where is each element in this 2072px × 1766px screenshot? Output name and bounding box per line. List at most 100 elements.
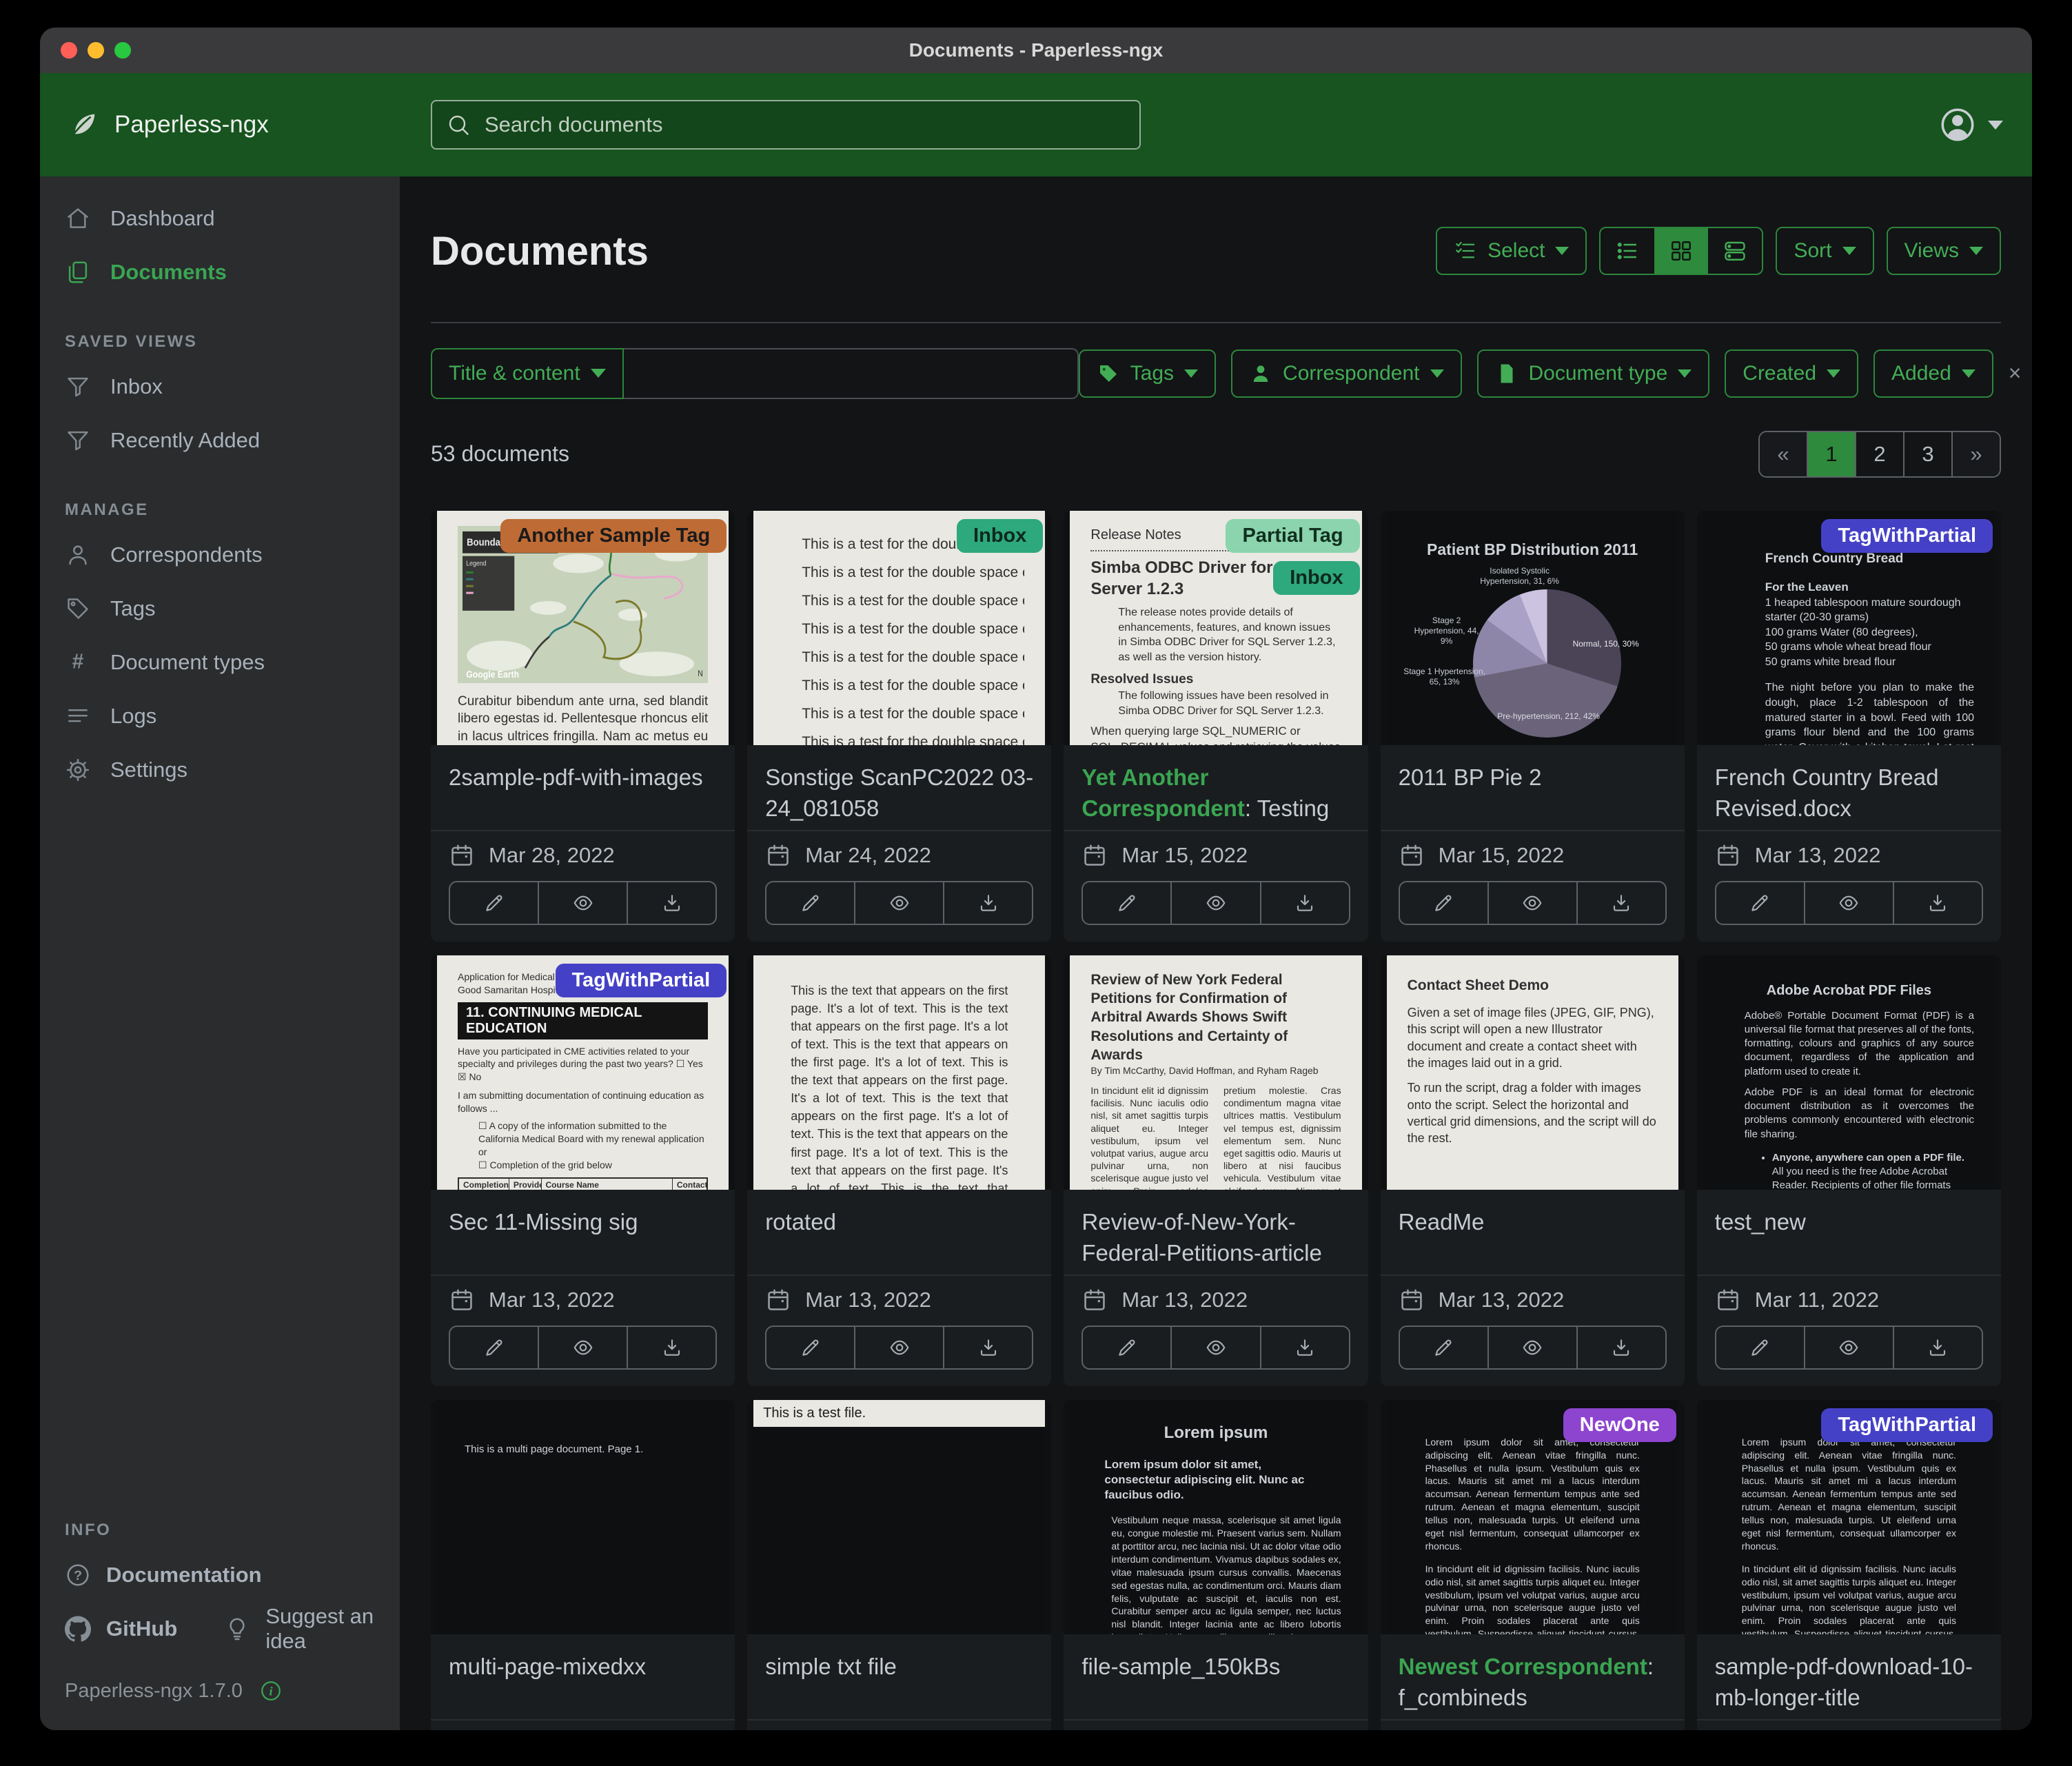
edit-button[interactable] (1400, 882, 1487, 924)
reset-filters-button[interactable]: ×Reset filters (2009, 361, 2032, 386)
document-card[interactable]: French Country BreadFor the Leaven1 heap… (1697, 511, 2001, 942)
sidebar-item-dashboard[interactable]: Dashboard (40, 192, 400, 245)
close-window-button[interactable] (61, 42, 77, 59)
download-button[interactable] (943, 1327, 1032, 1368)
edit-button[interactable] (1083, 882, 1170, 924)
edit-button[interactable] (1083, 1327, 1170, 1368)
document-card[interactable]: Review of New York Federal Petitions for… (1064, 955, 1368, 1386)
document-thumbnail[interactable]: French Country BreadFor the Leaven1 heap… (1697, 511, 2001, 745)
view-button[interactable] (1804, 882, 1893, 924)
edit-button[interactable] (766, 1327, 854, 1368)
document-card[interactable]: Lorem ipsum dolor sit amet, consectetur … (1381, 1400, 1685, 1730)
pagination-page-3[interactable]: 3 (1903, 432, 1951, 476)
view-toggle-list-view[interactable] (1601, 228, 1654, 274)
document-thumbnail[interactable]: Adobe Acrobat PDF FilesAdobe® Portable D… (1697, 955, 2001, 1190)
edit-button[interactable] (1716, 1327, 1804, 1368)
view-button[interactable] (1170, 1327, 1259, 1368)
view-button[interactable] (538, 1327, 627, 1368)
document-thumbnail[interactable]: Lorem ipsumLorem ipsum dolor sit amet, c… (1064, 1400, 1368, 1634)
zoom-window-button[interactable] (114, 42, 131, 59)
tag-badge[interactable]: TagWithPartial (556, 964, 727, 997)
document-card[interactable]: Boundary Waters TripLegendGoogle EarthNC… (431, 511, 735, 942)
view-button[interactable] (538, 882, 627, 924)
view-button[interactable] (1487, 882, 1576, 924)
filter-correspondent-button[interactable]: Correspondent (1231, 349, 1461, 398)
view-button[interactable] (854, 882, 943, 924)
suggest-idea-link[interactable]: Suggest an idea (224, 1604, 400, 1654)
view-button[interactable] (1170, 882, 1259, 924)
document-thumbnail[interactable]: Lorem ipsum dolor sit amet, consectetur … (1697, 1400, 2001, 1634)
filter-query-input[interactable] (624, 348, 1079, 399)
tag-badge[interactable]: Inbox (957, 519, 1043, 553)
documentation-link[interactable]: ?Documentation (40, 1548, 400, 1602)
document-title[interactable]: ReadMe (1381, 1190, 1685, 1276)
download-button[interactable] (627, 1327, 715, 1368)
view-toggle-grid-view[interactable] (1654, 228, 1708, 274)
document-title[interactable]: 2011 BP Pie 2 (1381, 745, 1685, 831)
download-button[interactable] (943, 882, 1032, 924)
sidebar-item-tags[interactable]: Tags (40, 582, 400, 636)
sidebar-item-inbox[interactable]: Inbox (40, 360, 400, 414)
filter-created-button[interactable]: Created (1725, 349, 1858, 398)
filter-tags-button[interactable]: Tags (1079, 349, 1216, 398)
filter-added-button[interactable]: Added (1873, 349, 1993, 398)
document-thumbnail[interactable]: Review of New York Federal Petitions for… (1064, 955, 1368, 1190)
document-card[interactable]: Application for Medical Staff MembersGoo… (431, 955, 735, 1386)
document-title[interactable]: simple txt file (747, 1634, 1051, 1721)
tag-badge[interactable]: Another Sample Tag (500, 519, 727, 553)
download-button[interactable] (1893, 882, 1982, 924)
document-thumbnail[interactable]: This is a multi page document. Page 1. (431, 1400, 735, 1634)
global-search[interactable] (431, 100, 1141, 150)
sidebar-item-correspondents[interactable]: Correspondents (40, 528, 400, 582)
document-thumbnail[interactable]: Application for Medical Staff MembersGoo… (431, 955, 735, 1190)
document-thumbnail[interactable]: This is the text that appears on the fir… (747, 955, 1051, 1190)
sidebar-item-settings[interactable]: Settings (40, 743, 400, 797)
document-title[interactable]: file-sample_150kBs (1064, 1634, 1368, 1721)
filter-field-dropdown[interactable]: Title & content (431, 348, 624, 399)
document-title[interactable]: Sonstige ScanPC2022 03-24_081058 (747, 745, 1051, 831)
document-card[interactable]: Release NotesSimba ODBC Driver for SQL S… (1064, 511, 1368, 942)
github-link[interactable]: GitHub (65, 1616, 177, 1642)
pagination-page-2[interactable]: 2 (1855, 432, 1903, 476)
view-button[interactable] (1804, 1327, 1893, 1368)
sidebar-item-documents[interactable]: Documents (40, 245, 400, 299)
tag-badge[interactable]: Partial Tag (1226, 519, 1359, 553)
download-button[interactable] (1260, 1327, 1349, 1368)
document-correspondent[interactable]: Newest Correspondent (1399, 1654, 1647, 1679)
sort-button[interactable]: Sort (1776, 227, 1873, 275)
document-title[interactable]: Newest Correspondent: f_combineds (1381, 1634, 1685, 1721)
document-title[interactable]: test_new (1697, 1190, 2001, 1276)
document-thumbnail[interactable]: Lorem ipsum dolor sit amet, consectetur … (1381, 1400, 1685, 1634)
document-thumbnail[interactable]: Contact Sheet DemoGiven a set of image f… (1381, 955, 1685, 1190)
download-button[interactable] (627, 882, 715, 924)
tag-badge[interactable]: TagWithPartial (1821, 519, 1993, 553)
document-card[interactable]: Lorem ipsumLorem ipsum dolor sit amet, c… (1064, 1400, 1368, 1730)
document-card[interactable]: This is the text that appears on the fir… (747, 955, 1051, 1386)
document-card[interactable]: Contact Sheet DemoGiven a set of image f… (1381, 955, 1685, 1386)
document-card[interactable]: This is a test for the double space char… (747, 511, 1051, 942)
document-title[interactable]: 2sample-pdf-with-images (431, 745, 735, 831)
view-button[interactable] (1487, 1327, 1576, 1368)
tag-badge[interactable]: Inbox (1273, 561, 1359, 595)
document-title[interactable]: sample-pdf-download-10-mb-longer-title (1697, 1634, 2001, 1721)
download-button[interactable] (1576, 882, 1665, 924)
tag-badge[interactable]: NewOne (1563, 1408, 1676, 1442)
tag-badge[interactable]: TagWithPartial (1821, 1408, 1993, 1442)
edit-button[interactable] (766, 882, 854, 924)
user-menu[interactable] (1938, 105, 2003, 144)
document-card[interactable]: Adobe Acrobat PDF FilesAdobe® Portable D… (1697, 955, 2001, 1386)
document-thumbnail[interactable]: Boundary Waters TripLegendGoogle EarthNC… (431, 511, 735, 745)
document-thumbnail[interactable]: Patient BP Distribution 2011Normal, 150,… (1381, 511, 1685, 745)
document-title[interactable]: Review-of-New-York-Federal-Petitions-art… (1064, 1190, 1368, 1276)
edit-button[interactable] (450, 1327, 538, 1368)
sidebar-item-recently-added[interactable]: Recently Added (40, 414, 400, 467)
edit-button[interactable] (1716, 882, 1804, 924)
document-card[interactable]: This is a test file.simple txt file (747, 1400, 1051, 1730)
sidebar-item-logs[interactable]: Logs (40, 689, 400, 743)
download-button[interactable] (1893, 1327, 1982, 1368)
document-title[interactable]: French Country Bread Revised.docx (1697, 745, 2001, 831)
document-card[interactable]: Lorem ipsum dolor sit amet, consectetur … (1697, 1400, 2001, 1730)
document-correspondent[interactable]: Yet Another Correspondent (1081, 764, 1245, 822)
document-title[interactable]: multi-page-mixedxx (431, 1634, 735, 1721)
pagination-page-1[interactable]: 1 (1807, 432, 1855, 476)
